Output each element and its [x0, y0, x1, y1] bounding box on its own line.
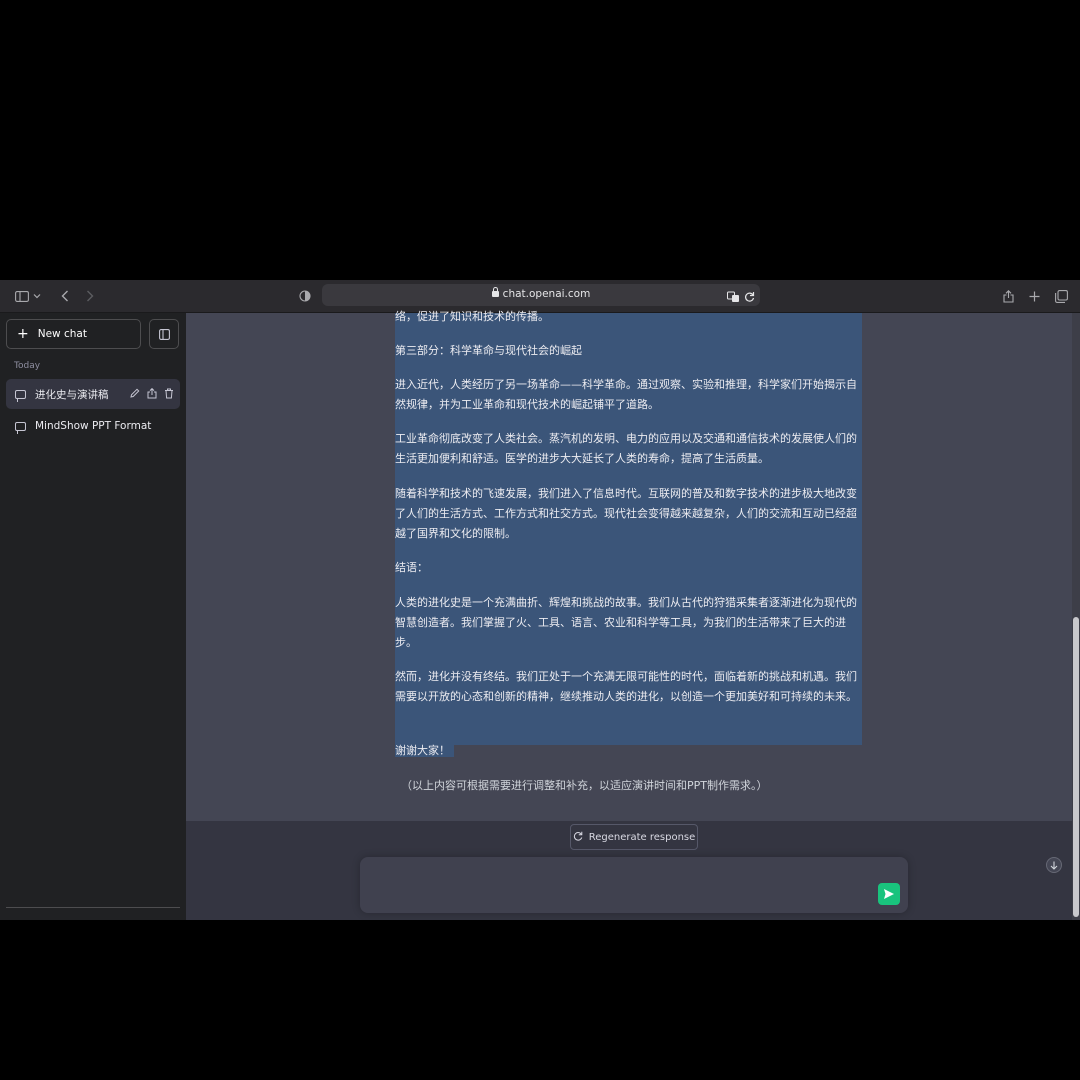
sidebar: + New chat Today 进化史与演讲稿 MindShow PPT Fo… — [0, 313, 186, 920]
chat-bubble-icon — [15, 421, 26, 434]
url-text: chat.openai.com — [502, 288, 591, 300]
message-paragraph: 人类的进化史是一个充满曲折、辉煌和挑战的故事。我们从古代的狩猎采集者逐渐进化为现… — [395, 596, 857, 649]
regenerate-response-button[interactable]: Regenerate response — [570, 824, 698, 850]
refresh-icon — [573, 831, 583, 844]
address-bar[interactable]: chat.openai.com — [322, 284, 760, 306]
message-paragraph: 谢谢大家！ — [395, 744, 454, 757]
lock-icon — [491, 287, 499, 297]
share-conversation-icon[interactable] — [146, 387, 158, 399]
message-paragraph: 络，促进了知识和技术的传播。 — [395, 310, 549, 323]
delete-icon[interactable] — [163, 387, 175, 399]
forward-icon[interactable] — [81, 287, 99, 305]
message-paragraph: 然而，进化并没有终结。我们正处于一个充满无限可能性的时代，面临着新的挑战和机遇。… — [395, 670, 857, 703]
message-paragraph: 工业革命彻底改变了人类社会。蒸汽机的发明、电力的应用以及交通和通信技术的发展使人… — [395, 432, 857, 465]
message-paragraph: 第三部分：科学革命与现代社会的崛起 — [395, 344, 582, 357]
scroll-to-bottom-button[interactable] — [1046, 857, 1062, 873]
sidebar-panel-icon — [158, 328, 170, 340]
tab-overview-icon[interactable] — [1052, 287, 1070, 305]
message-paragraph: 随着科学和技术的飞速发展，我们进入了信息时代。互联网的普及和数字技术的进步极大地… — [395, 487, 857, 540]
back-icon[interactable] — [56, 287, 74, 305]
reload-icon[interactable] — [744, 288, 755, 307]
chevron-down-icon[interactable] — [32, 287, 42, 305]
chat-bubble-icon — [15, 389, 26, 402]
scrollbar[interactable] — [1072, 313, 1080, 920]
message-note: （以上内容可根据需要进行调整和补充，以适应演讲时间和PPT制作需求。） — [401, 779, 768, 792]
arrow-down-icon — [1050, 861, 1058, 870]
conversation-title: 进化史与演讲稿 — [35, 388, 109, 401]
browser-window: chat.openai.com + New chat Today 进化史与演讲稿… — [0, 280, 1080, 920]
section-today-label: Today — [14, 361, 41, 371]
plus-icon: + — [17, 326, 29, 342]
hide-sidebar-button[interactable] — [149, 319, 179, 349]
conversation-title: MindShow PPT Format — [35, 420, 152, 432]
new-chat-button[interactable]: + New chat — [6, 319, 141, 349]
conversation-item[interactable]: MindShow PPT Format — [6, 411, 180, 441]
privacy-shield-icon[interactable] — [296, 287, 314, 305]
translate-icon[interactable] — [727, 288, 740, 307]
message-closing-wrapper: 谢谢大家！ — [395, 741, 454, 761]
chat-main: 络，促进了知识和技术的传播。 第三部分：科学革命与现代社会的崛起 进入近代，人类… — [186, 310, 1080, 920]
message-paragraph: 结语： — [395, 561, 428, 574]
sidebar-toggle-icon[interactable] — [13, 287, 31, 305]
send-icon — [884, 889, 894, 899]
edit-icon[interactable] — [129, 387, 141, 399]
share-icon[interactable] — [999, 287, 1017, 305]
message-input[interactable] — [360, 857, 908, 913]
composer-area: Regenerate response — [186, 821, 1072, 920]
send-button[interactable] — [878, 883, 900, 905]
message-paragraph: 进入近代，人类经历了另一场革命——科学革命。通过观察、实验和推理，科学家们开始揭… — [395, 378, 857, 411]
new-chat-label: New chat — [37, 328, 87, 340]
conversation-item[interactable]: 进化史与演讲稿 — [6, 379, 180, 409]
new-tab-icon[interactable] — [1025, 287, 1043, 305]
regenerate-label: Regenerate response — [588, 831, 696, 843]
scrollbar-thumb[interactable] — [1073, 617, 1079, 917]
sidebar-divider — [6, 907, 180, 908]
